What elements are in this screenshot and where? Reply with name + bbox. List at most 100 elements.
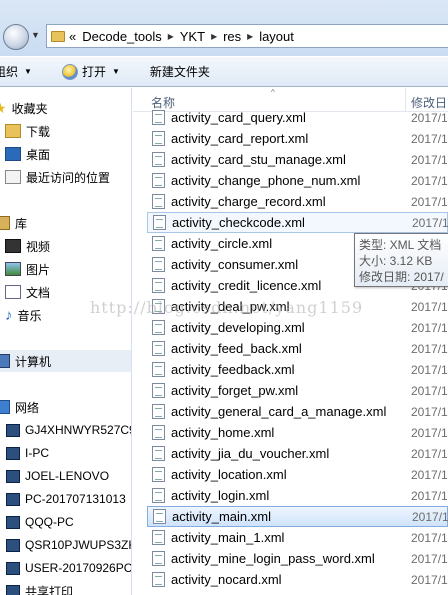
organize-menu[interactable]: 组织 ▼ — [0, 57, 38, 87]
file-row[interactable]: activity_nocard.xml 2017/1 — [147, 569, 448, 590]
file-row[interactable]: activity_general_card_a_manage.xml 2017/1 — [147, 401, 448, 422]
command-bar: 组织 ▼ 打开 ▼ 新建文件夹 — [0, 57, 448, 87]
breadcrumb-separator-icon[interactable]: ▸ — [168, 29, 174, 43]
nav-videos[interactable]: 视频 — [5, 235, 50, 257]
file-date: 2017/1 — [411, 530, 448, 545]
file-date: 2017/1 — [411, 299, 448, 314]
file-row[interactable]: activity_checkcode.xml 2017/1 — [147, 212, 448, 233]
network-computer-icon — [6, 492, 20, 506]
nav-downloads-label: 下载 — [26, 124, 51, 139]
nav-network-computer[interactable]: USER-20170926PC — [6, 557, 132, 579]
breadcrumb-separator-icon[interactable]: ▸ — [247, 29, 253, 43]
nav-network-computer[interactable]: GJ4XHNWYR527C9 — [6, 419, 131, 441]
nav-libraries[interactable]: 库 — [0, 212, 27, 234]
back-button[interactable] — [3, 24, 29, 50]
file-date: 2017/1 — [411, 551, 448, 566]
file-row[interactable]: activity_deal_pw.xml 2017/1 — [147, 296, 448, 317]
xml-file-icon — [153, 215, 166, 230]
file-name: activity_card_report.xml — [171, 131, 309, 146]
history-dropdown-icon[interactable]: ▼ — [31, 30, 43, 44]
chevron-down-icon: ▼ — [24, 67, 32, 76]
address-box[interactable]: « Decode_tools ▸ YKT ▸ res ▸ layout — [46, 24, 448, 48]
nav-pictures-label: 图片 — [26, 262, 51, 277]
nav-documents[interactable]: 文档 — [5, 281, 50, 303]
nav-videos-label: 视频 — [26, 239, 51, 254]
network-computer-icon — [6, 561, 20, 575]
xml-file-icon — [152, 383, 165, 398]
file-name: activity_main.xml — [172, 509, 271, 524]
file-name: activity_mine_login_pass_word.xml — [171, 551, 375, 566]
file-name: activity_change_phone_num.xml — [171, 173, 361, 188]
file-row[interactable]: activity_card_stu_manage.xml 2017/1 — [147, 149, 448, 170]
file-row[interactable]: activity_card_report.xml 2017/1 — [147, 128, 448, 149]
file-date: 2017/1 — [411, 404, 448, 419]
file-row[interactable]: activity_feed_back.xml 2017/1 — [147, 338, 448, 359]
nav-network-computer[interactable]: PC-201707131013 — [6, 488, 126, 510]
file-row[interactable]: activity_jia_du_voucher.xml 2017/1 — [147, 443, 448, 464]
file-name: activity_feedback.xml — [171, 362, 295, 377]
xml-file-icon — [152, 236, 165, 251]
file-date: 2017/1 — [411, 467, 448, 482]
breadcrumb-overflow[interactable]: « — [69, 29, 76, 44]
breadcrumb-ykt[interactable]: YKT — [180, 29, 205, 44]
xml-file-icon — [152, 110, 165, 125]
file-row[interactable]: activity_change_phone_num.xml 2017/1 — [147, 170, 448, 191]
breadcrumb-layout[interactable]: layout — [259, 29, 294, 44]
nav-network-computer-label: USER-20170926PC — [25, 561, 132, 575]
breadcrumb-separator-icon[interactable]: ▸ — [211, 29, 217, 43]
breadcrumb-res[interactable]: res — [223, 29, 241, 44]
nav-libraries-label: 库 — [15, 216, 28, 231]
file-row[interactable]: activity_main_1.xml 2017/1 — [147, 527, 448, 548]
file-date: 2017/1 — [411, 383, 448, 398]
nav-network-computer[interactable]: 共享打印 — [6, 580, 73, 595]
nav-network-computer[interactable]: QSR10PJWUPS3ZK — [6, 534, 131, 556]
file-date: 2017/1 — [411, 131, 448, 146]
nav-network-computer[interactable]: QQQ-PC — [6, 511, 74, 533]
file-row[interactable]: activity_developing.xml 2017/1 — [147, 317, 448, 338]
file-date: 2017/1 — [411, 341, 448, 356]
file-row[interactable]: activity_feedback.xml 2017/1 — [147, 359, 448, 380]
nav-network[interactable]: 网络 — [0, 396, 39, 418]
file-date: 2017/1 — [412, 215, 448, 230]
xml-file-icon — [152, 551, 165, 566]
file-row[interactable]: activity_home.xml 2017/1 — [147, 422, 448, 443]
nav-desktop[interactable]: 桌面 — [5, 143, 50, 165]
xml-file-icon — [153, 509, 166, 524]
library-icon — [0, 216, 10, 230]
file-row[interactable]: activity_card_query.xml 2017/1 — [147, 107, 448, 128]
nav-network-computer-label: I-PC — [25, 446, 49, 460]
nav-recent[interactable]: 最近访问的位置 — [5, 166, 110, 188]
breadcrumb-decode-tools[interactable]: Decode_tools — [82, 29, 162, 44]
nav-downloads[interactable]: 下载 — [5, 120, 50, 142]
address-bar-area: ▼ « Decode_tools ▸ YKT ▸ res ▸ layout — [0, 0, 448, 56]
nav-network-computer[interactable]: I-PC — [6, 442, 49, 464]
nav-pictures[interactable]: 图片 — [5, 258, 50, 280]
file-name: activity_jia_du_voucher.xml — [171, 446, 330, 461]
file-name: activity_home.xml — [171, 425, 275, 440]
nav-recent-label: 最近访问的位置 — [26, 170, 111, 185]
file-row[interactable]: activity_forget_pw.xml 2017/1 — [147, 380, 448, 401]
xml-file-icon — [152, 572, 165, 587]
xml-file-icon — [152, 299, 165, 314]
file-row[interactable]: activity_mine_login_pass_word.xml 2017/1 — [147, 548, 448, 569]
file-row[interactable]: activity_charge_record.xml 2017/1 — [147, 191, 448, 212]
downloads-folder-icon — [5, 124, 21, 138]
xml-file-icon — [152, 194, 165, 209]
xml-file-icon — [152, 446, 165, 461]
xml-file-icon — [152, 278, 165, 293]
network-icon — [0, 400, 10, 414]
ie-icon — [61, 63, 78, 80]
nav-network-computer[interactable]: JOEL-LENOVO — [6, 465, 109, 487]
network-computer-icon — [6, 515, 20, 529]
file-date: 2017/1 — [411, 320, 448, 335]
nav-music[interactable]: ♪ 音乐 — [5, 304, 42, 326]
file-row[interactable]: activity_login.xml 2017/1 — [147, 485, 448, 506]
nav-music-label: 音乐 — [17, 308, 42, 323]
open-button[interactable]: 打开 ▼ — [56, 57, 126, 87]
nav-favorites-label: 收藏夹 — [11, 101, 48, 116]
new-folder-button[interactable]: 新建文件夹 — [144, 57, 216, 87]
file-row[interactable]: activity_main.xml 2017/1 — [147, 506, 448, 527]
nav-favorites[interactable]: ★ 收藏夹 — [0, 97, 48, 119]
nav-computer[interactable]: 计算机 — [0, 350, 51, 372]
file-row[interactable]: activity_location.xml 2017/1 — [147, 464, 448, 485]
